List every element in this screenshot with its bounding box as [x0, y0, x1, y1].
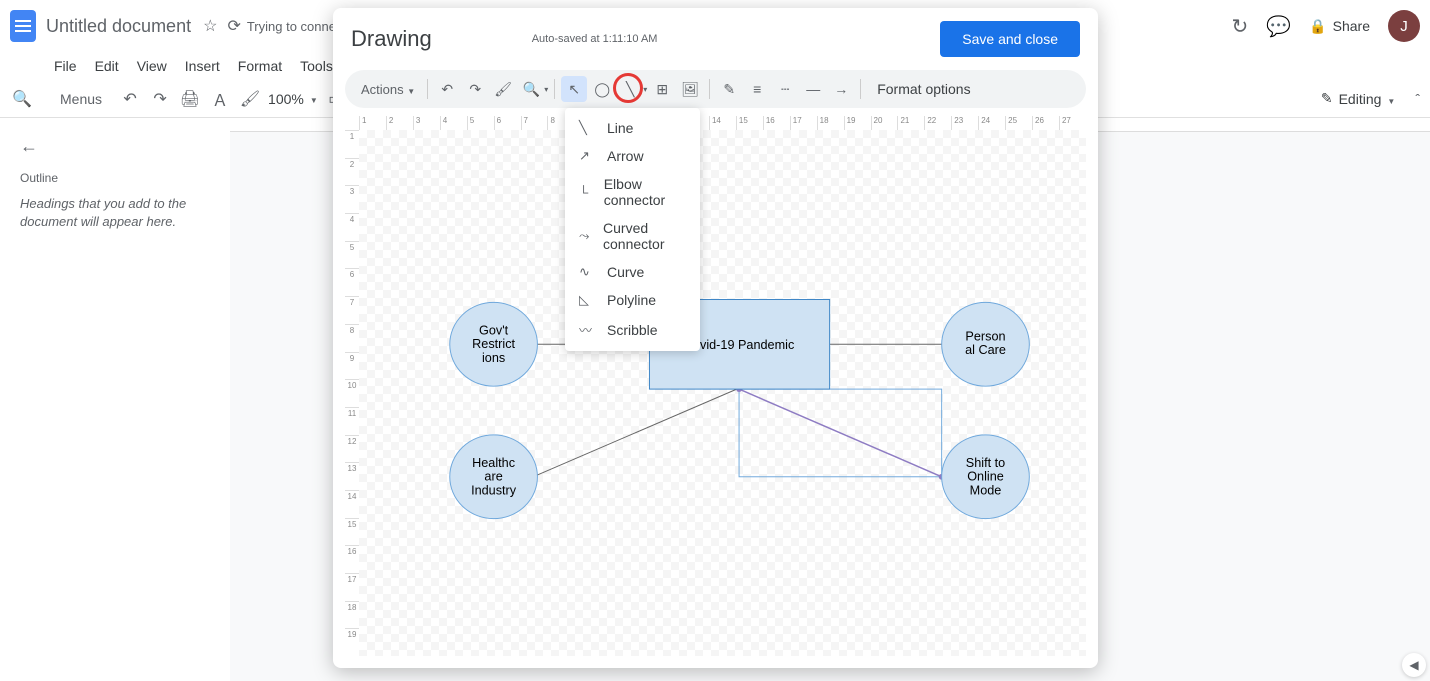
paint-format-icon[interactable]: 🖌 — [490, 76, 516, 102]
modal-backdrop: Drawing Auto-saved at 1:11:10 AM Save an… — [0, 0, 1430, 681]
svg-text:Healthc: Healthc — [472, 456, 515, 470]
dialog-header: Drawing Auto-saved at 1:11:10 AM Save an… — [333, 8, 1098, 70]
svg-text:ions: ions — [482, 351, 505, 365]
undo-icon[interactable]: ↶ — [434, 76, 460, 102]
svg-text:are: are — [484, 470, 502, 484]
zoom-icon[interactable]: 🔍 — [518, 76, 544, 102]
drawing-dialog: Drawing Auto-saved at 1:11:10 AM Save an… — [333, 8, 1098, 668]
expand-icon[interactable]: ◀ — [1402, 653, 1426, 677]
save-and-close-button[interactable]: Save and close — [940, 21, 1080, 57]
center-box-text: Covid-19 Pandemic — [684, 338, 794, 352]
actions-dropdown-icon — [407, 82, 415, 97]
arrow-icon: ↗ — [579, 148, 595, 164]
drawing-canvas[interactable]: Covid-19 Pandemic Gov't Restrict ions Pe… — [359, 130, 1086, 656]
menu-scribble[interactable]: 〰Scribble — [565, 314, 700, 345]
textbox-tool-icon[interactable]: ⊞ — [649, 76, 675, 102]
shape-tool-icon[interactable]: ◯ — [589, 76, 615, 102]
polyline-icon: ◺ — [579, 292, 595, 308]
line-tool-highlight — [613, 73, 643, 103]
menu-curve[interactable]: ∿Curve — [565, 258, 700, 286]
menu-elbow-connector[interactable]: └Elbow connector — [565, 170, 700, 214]
svg-text:al Care: al Care — [965, 343, 1006, 357]
elbow-icon: └ — [579, 185, 592, 200]
line-start-icon[interactable]: — — [800, 76, 826, 102]
border-dash-icon[interactable]: ┄ — [772, 76, 798, 102]
line-tool-icon[interactable]: ╲ — [617, 76, 643, 102]
svg-text:Industry: Industry — [471, 483, 517, 497]
line-end-icon[interactable]: → — [828, 76, 854, 102]
connector-line[interactable] — [535, 388, 739, 476]
curve-icon: ∿ — [579, 264, 595, 280]
line-icon: ╲ — [579, 120, 595, 136]
menu-line[interactable]: ╲Line — [565, 114, 700, 142]
separator — [860, 79, 861, 99]
selected-line[interactable] — [739, 389, 942, 477]
separator — [709, 79, 710, 99]
menu-arrow[interactable]: ↗Arrow — [565, 142, 700, 170]
border-color-icon[interactable]: ✎ — [716, 76, 742, 102]
border-weight-icon[interactable]: ≡ — [744, 76, 770, 102]
curved-icon: ⤳ — [579, 228, 591, 244]
line-tool-dropdown-icon[interactable]: ▾ — [643, 85, 647, 94]
image-tool-icon[interactable]: 🖼 — [677, 76, 703, 102]
svg-text:Mode: Mode — [970, 483, 1002, 497]
separator — [427, 79, 428, 99]
canvas-wrap: 1234567891011121314151617181920212223242… — [345, 116, 1086, 656]
svg-text:Online: Online — [967, 470, 1004, 484]
canvas-ruler-horizontal: 1234567891011121314151617181920212223242… — [359, 116, 1086, 130]
separator — [554, 79, 555, 99]
format-options-button[interactable]: Format options — [877, 81, 970, 97]
canvas-ruler-vertical: 12345678910111213141516171819 — [345, 130, 359, 656]
svg-text:Shift to: Shift to — [966, 456, 1005, 470]
select-tool-icon[interactable]: ↖ — [561, 76, 587, 102]
autosave-text: Auto-saved at 1:11:10 AM — [532, 33, 658, 45]
svg-text:Gov't: Gov't — [479, 324, 509, 338]
redo-icon[interactable]: ↷ — [462, 76, 488, 102]
menu-polyline[interactable]: ◺Polyline — [565, 286, 700, 314]
svg-text:Person: Person — [965, 329, 1005, 343]
actions-button[interactable]: Actions — [355, 82, 421, 97]
dialog-title: Drawing — [351, 26, 432, 52]
menu-curved-connector[interactable]: ⤳Curved connector — [565, 214, 700, 258]
line-tool-menu: ╲Line ↗Arrow └Elbow connector ⤳Curved co… — [565, 108, 700, 351]
scribble-icon: 〰 — [579, 320, 595, 339]
svg-text:Restrict: Restrict — [472, 337, 515, 351]
zoom-dropdown-icon[interactable]: ▾ — [544, 85, 548, 94]
drawing-toolbar: Actions ↶ ↷ 🖌 🔍 ▾ ↖ ◯ ╲ ▾ ⊞ 🖼 ✎ ≡ ┄ — → … — [345, 70, 1086, 108]
